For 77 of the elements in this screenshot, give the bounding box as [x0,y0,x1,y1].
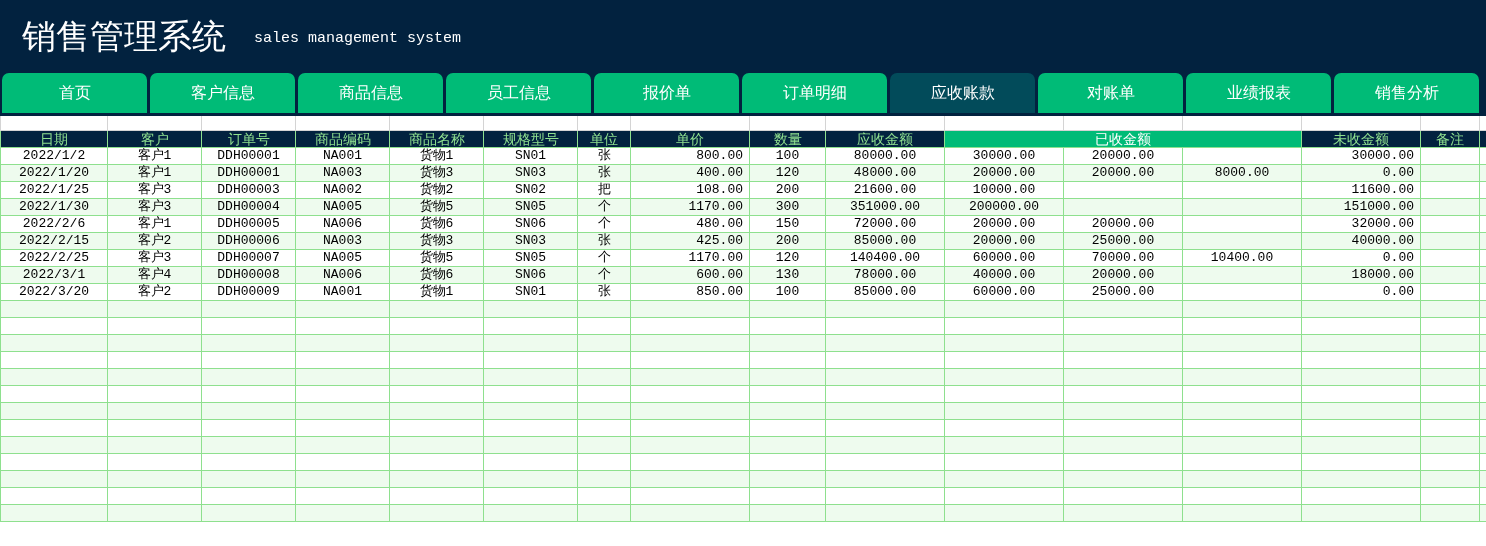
table-cell: DDH00009 [201,283,296,301]
table-cell: 21600.00 [825,181,945,199]
table-cell: 30000.00 [1301,147,1421,165]
table-cell: NA006 [295,215,390,233]
table-cell: DDH00003 [201,181,296,199]
table-cell: 60000.00 [944,249,1064,267]
table-cell: 850.00 [630,283,750,301]
table-cell: NA001 [295,147,390,165]
table-cell: 80000.00 [825,147,945,165]
nav-tab[interactable]: 客户信息 [150,73,295,113]
table-cell: NA005 [295,249,390,267]
table-cell: 张 [577,147,631,165]
nav-tab[interactable]: 对账单 [1038,73,1183,113]
nav-tab[interactable]: 应收账款 [890,73,1035,113]
table-cell: SN05 [483,249,578,267]
table-cell: 30000.00 [944,147,1064,165]
table-cell: 800.00 [630,147,750,165]
app-subtitle: sales management system [254,30,462,47]
table-cell: 108.00 [630,181,750,199]
nav-tab[interactable]: 员工信息 [446,73,591,113]
table-cell: 2022/1/25 [0,181,108,199]
table-cell: 货物6 [389,215,484,233]
table-cell: 0.00 [1301,249,1421,267]
table-cell: DDH00001 [201,147,296,165]
table-cell: 20000.00 [944,215,1064,233]
table-cell: 客户1 [107,215,202,233]
table-cell: 货物2 [389,181,484,199]
table-cell: 85000.00 [825,283,945,301]
table-cell: 客户2 [107,283,202,301]
table-cell: 张 [577,283,631,301]
table-cell: 2022/2/6 [0,215,108,233]
table-cell: 70000.00 [1063,249,1183,267]
table-cell: 120 [749,249,826,267]
table-cell: 150 [749,215,826,233]
table-cell: 200 [749,181,826,199]
nav-tab[interactable]: 商品信息 [298,73,443,113]
table-cell: 货物1 [389,283,484,301]
table-cell: SN01 [483,147,578,165]
table-cell: 2022/1/2 [0,147,108,165]
table-cell: NA001 [295,283,390,301]
table-cell: 140400.00 [825,249,945,267]
app-title: 销售管理系统 [22,14,226,58]
table-cell: 货物1 [389,147,484,165]
nav-tab[interactable]: 业绩报表 [1186,73,1331,113]
table-cell: 客户3 [107,249,202,267]
table-cell: 客户3 [107,181,202,199]
table-cell: 32000.00 [1301,215,1421,233]
table-cell: 20000.00 [1063,215,1183,233]
table-cell: 480.00 [630,215,750,233]
table-cell: DDH00005 [201,215,296,233]
table-cell: 72000.00 [825,215,945,233]
table-cell: 个 [577,249,631,267]
table-cell: 货物5 [389,249,484,267]
table-cell: 100 [749,147,826,165]
nav-tab[interactable]: 销售分析 [1334,73,1479,113]
table-cell: SN01 [483,283,578,301]
table-cell: 11600.00 [1301,181,1421,199]
table-cell: 25000.00 [1063,283,1183,301]
table-cell: 2022/3/20 [0,283,108,301]
table-cell: 100 [749,283,826,301]
table-cell: SN02 [483,181,578,199]
nav-tab[interactable]: 报价单 [594,73,739,113]
table-cell: 20000.00 [1063,147,1183,165]
table-cell: 1170.00 [630,249,750,267]
table-cell: 个 [577,215,631,233]
table-cell: NA002 [295,181,390,199]
table-cell: 60000.00 [944,283,1064,301]
nav-tab[interactable]: 订单明细 [742,73,887,113]
table-cell: 2022/2/25 [0,249,108,267]
table-cell: 0.00 [1301,283,1421,301]
table-cell: 把 [577,181,631,199]
nav-tab[interactable]: 首页 [2,73,147,113]
table-cell: 10400.00 [1182,249,1302,267]
table-cell: 10000.00 [944,181,1064,199]
table-cell: 客户1 [107,147,202,165]
table-cell: DDH00007 [201,249,296,267]
table-cell: SN06 [483,215,578,233]
